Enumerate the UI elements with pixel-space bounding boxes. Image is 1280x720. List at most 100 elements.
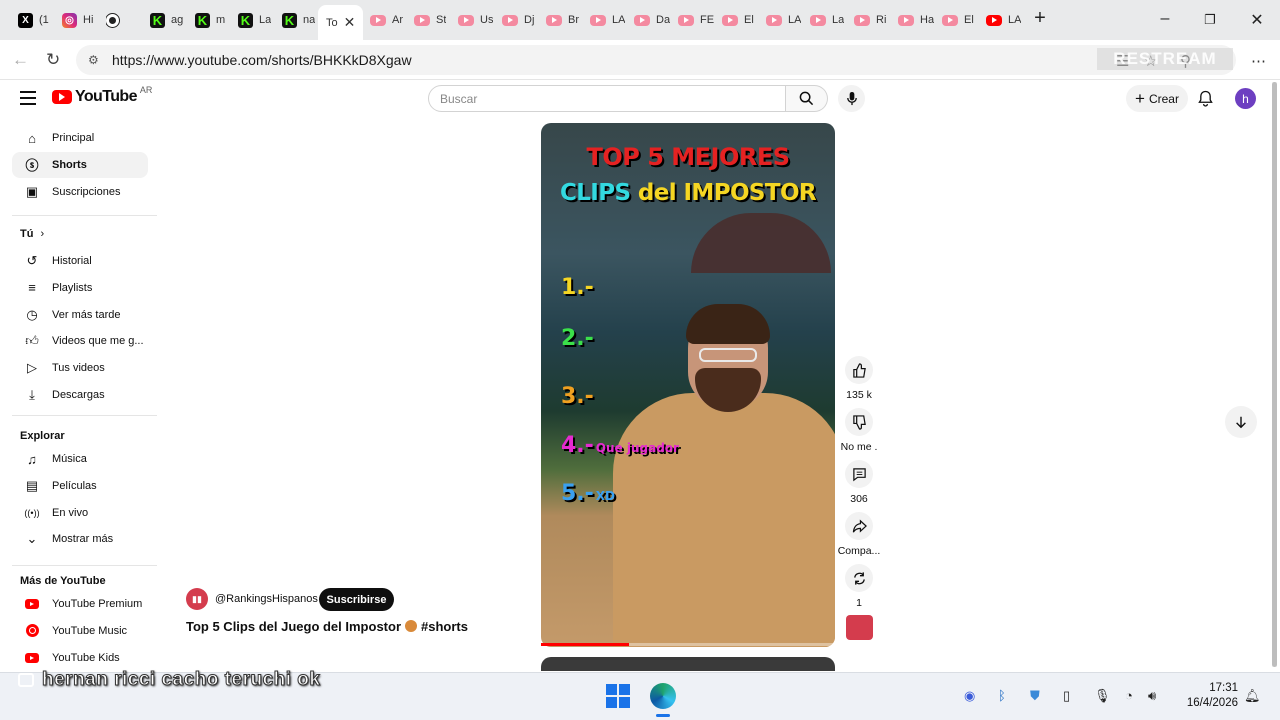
refresh-icon[interactable]: ↻: [46, 50, 60, 70]
close-tab-icon[interactable]: ✕: [344, 14, 356, 31]
remix-button[interactable]: [845, 564, 873, 592]
taskbar-clock[interactable]: 17:31 16/4/2026: [1180, 681, 1238, 711]
security-shield-icon[interactable]: ⛊: [1030, 688, 1040, 704]
search-input[interactable]: Buscar: [428, 85, 786, 112]
sidebar-item-youtube-kids[interactable]: YouTube Kids: [12, 645, 148, 669]
browser-tab[interactable]: El: [942, 8, 974, 32]
short-video-player[interactable]: TOP 5 MEJORES CLIPS del IMPOSTOR 1.- 2.- 3…: [541, 123, 835, 647]
system-tray-app-icon[interactable]: ◉: [964, 688, 975, 704]
notifications-button[interactable]: [1198, 90, 1213, 112]
video-overlay-title-line2: CLIPS del IMPOSTOR: [541, 180, 835, 206]
browser-tab[interactable]: Ar: [370, 8, 403, 32]
sidebar-item-youtube-premium[interactable]: YouTube Premium: [12, 591, 148, 617]
liked-icon: 👍︎: [25, 333, 39, 349]
usb-device-icon[interactable]: ▯: [1063, 688, 1070, 704]
subscribe-button[interactable]: Suscribirse: [319, 588, 394, 611]
browser-tab[interactable]: [106, 8, 125, 32]
search-button[interactable]: [786, 85, 828, 112]
active-app-indicator: [656, 714, 670, 717]
hamburger-menu-icon[interactable]: [20, 91, 36, 105]
windows-start-button[interactable]: [606, 684, 630, 708]
address-bar[interactable]: ⚙ https://www.youtube.com/shorts/BHKKkD8…: [76, 45, 1236, 75]
new-tab-button[interactable]: +: [1030, 7, 1050, 30]
sidebar-item-youtube-music[interactable]: YouTube Music: [12, 618, 148, 644]
browser-tab[interactable]: Kna: [282, 8, 315, 32]
sidebar-item-watch-later[interactable]: ◷ Ver más tarde: [12, 302, 148, 328]
kick-icon: K: [195, 12, 210, 28]
video-progress-bar[interactable]: [541, 643, 835, 646]
notification-center-icon[interactable]: 🔔︎: [1244, 688, 1261, 704]
next-short-button[interactable]: [1225, 406, 1257, 438]
sidebar-item-download[interactable]: ⤓ Descargas: [12, 382, 148, 408]
emoji-icon: [405, 620, 418, 632]
site-info-icon[interactable]: ⚙: [88, 53, 102, 67]
chevron-down-icon: ⌄: [26, 531, 38, 547]
browser-tab[interactable]: Ha: [898, 8, 934, 32]
browser-tab[interactable]: St: [414, 8, 446, 32]
volume-icon[interactable]: 🔊︎: [1148, 688, 1156, 704]
browser-tab[interactable]: Dj: [502, 8, 534, 32]
sidebar-item-history[interactable]: ↺ Historial: [12, 248, 148, 274]
short-title[interactable]: Top 5 Clips del Juego del Impostor #short…: [186, 619, 468, 634]
youtube-icon: [370, 14, 386, 26]
browser-tab[interactable]: LA: [590, 8, 625, 32]
title-clips-word: CLIPS: [559, 180, 638, 206]
browser-tab[interactable]: Us: [458, 8, 493, 32]
sidebar-item-label: Videos que me g...: [52, 335, 144, 348]
sound-thumbnail[interactable]: [846, 615, 873, 640]
sidebar-item-your-videos[interactable]: ▷ Tus videos: [12, 355, 148, 381]
sidebar-item-music[interactable]: ♫ Música: [12, 446, 148, 472]
wifi-icon[interactable]: ◔: [1125, 688, 1133, 703]
close-window-icon[interactable]: ✕: [1247, 10, 1267, 30]
next-short-preview[interactable]: [541, 657, 835, 671]
short-hashtag[interactable]: #shorts: [421, 619, 468, 634]
voice-search-button[interactable]: [838, 85, 865, 112]
sidebar-item-liked[interactable]: 👍︎ Videos que me g...: [12, 328, 148, 354]
channel-avatar[interactable]: ▮▮: [186, 588, 208, 610]
browser-tab[interactable]: LA: [986, 8, 1021, 32]
browser-tab[interactable]: La: [810, 8, 844, 32]
comments-button[interactable]: [845, 460, 873, 488]
you-section-heading[interactable]: Tú ›: [20, 228, 44, 240]
page-scrollbar[interactable]: [1272, 82, 1277, 667]
minimize-icon[interactable]: –: [1155, 10, 1175, 28]
sidebar-item-movies[interactable]: ▤ Películas: [12, 473, 148, 499]
dislike-button[interactable]: [845, 408, 873, 436]
microphone-tray-icon[interactable]: 🎙︎: [1094, 688, 1111, 704]
like-button[interactable]: [845, 356, 873, 384]
scrollbar-thumb[interactable]: [1272, 82, 1277, 667]
browser-tab[interactable]: Km: [195, 8, 225, 32]
browser-tab[interactable]: El: [722, 8, 754, 32]
clock-date: 16/4/2026: [1186, 697, 1238, 709]
more-options-icon[interactable]: ⋯: [1251, 52, 1266, 70]
account-avatar[interactable]: h: [1235, 88, 1256, 109]
browser-tab[interactable]: FE: [678, 8, 714, 32]
browser-tab[interactable]: Da: [634, 8, 670, 32]
restore-icon[interactable]: ❐: [1200, 12, 1220, 28]
browser-tab[interactable]: LA: [766, 8, 801, 32]
browser-tab[interactable]: ◎ Hi: [62, 8, 93, 32]
sidebar-item-subscriptions[interactable]: ▣ Suscripciones: [12, 179, 148, 205]
sidebar-item-playlists[interactable]: ≡ Playlists: [12, 275, 148, 301]
share-button[interactable]: [845, 512, 873, 540]
sidebar-item-live[interactable]: ((•)) En vivo: [12, 500, 148, 526]
thumbs-down-icon: [852, 414, 866, 430]
bluetooth-icon[interactable]: ᛒ: [998, 688, 1006, 703]
back-icon[interactable]: ←: [12, 50, 29, 70]
browser-tab[interactable]: K La: [238, 8, 271, 32]
sidebar-item-chevron-down[interactable]: ⌄ Mostrar más: [12, 526, 148, 552]
browser-tab-strip: X (1 ◎ Hi Kag Km K La Kna To ✕ Ar St Us Dj Br LA Da FE El LA…: [0, 0, 1280, 40]
tab-label: FE: [700, 14, 715, 26]
browser-tab[interactable]: X (1: [18, 8, 49, 32]
dislike-label: No me .: [840, 441, 878, 453]
youtube-logo[interactable]: YouTube AR: [52, 85, 152, 106]
sidebar-item-home[interactable]: ⌂ Principal: [12, 125, 148, 151]
browser-tab[interactable]: Br: [546, 8, 579, 32]
browser-tab[interactable]: Ri: [854, 8, 886, 32]
create-button[interactable]: + Crear: [1126, 85, 1188, 112]
browser-tab[interactable]: To ✕: [318, 5, 364, 40]
browser-tab[interactable]: Kag: [150, 8, 183, 32]
edge-browser-icon[interactable]: [650, 683, 676, 709]
sidebar-item-shorts[interactable]: ⓢ Shorts: [12, 151, 148, 178]
channel-handle[interactable]: @RankingsHispanos: [215, 593, 318, 605]
